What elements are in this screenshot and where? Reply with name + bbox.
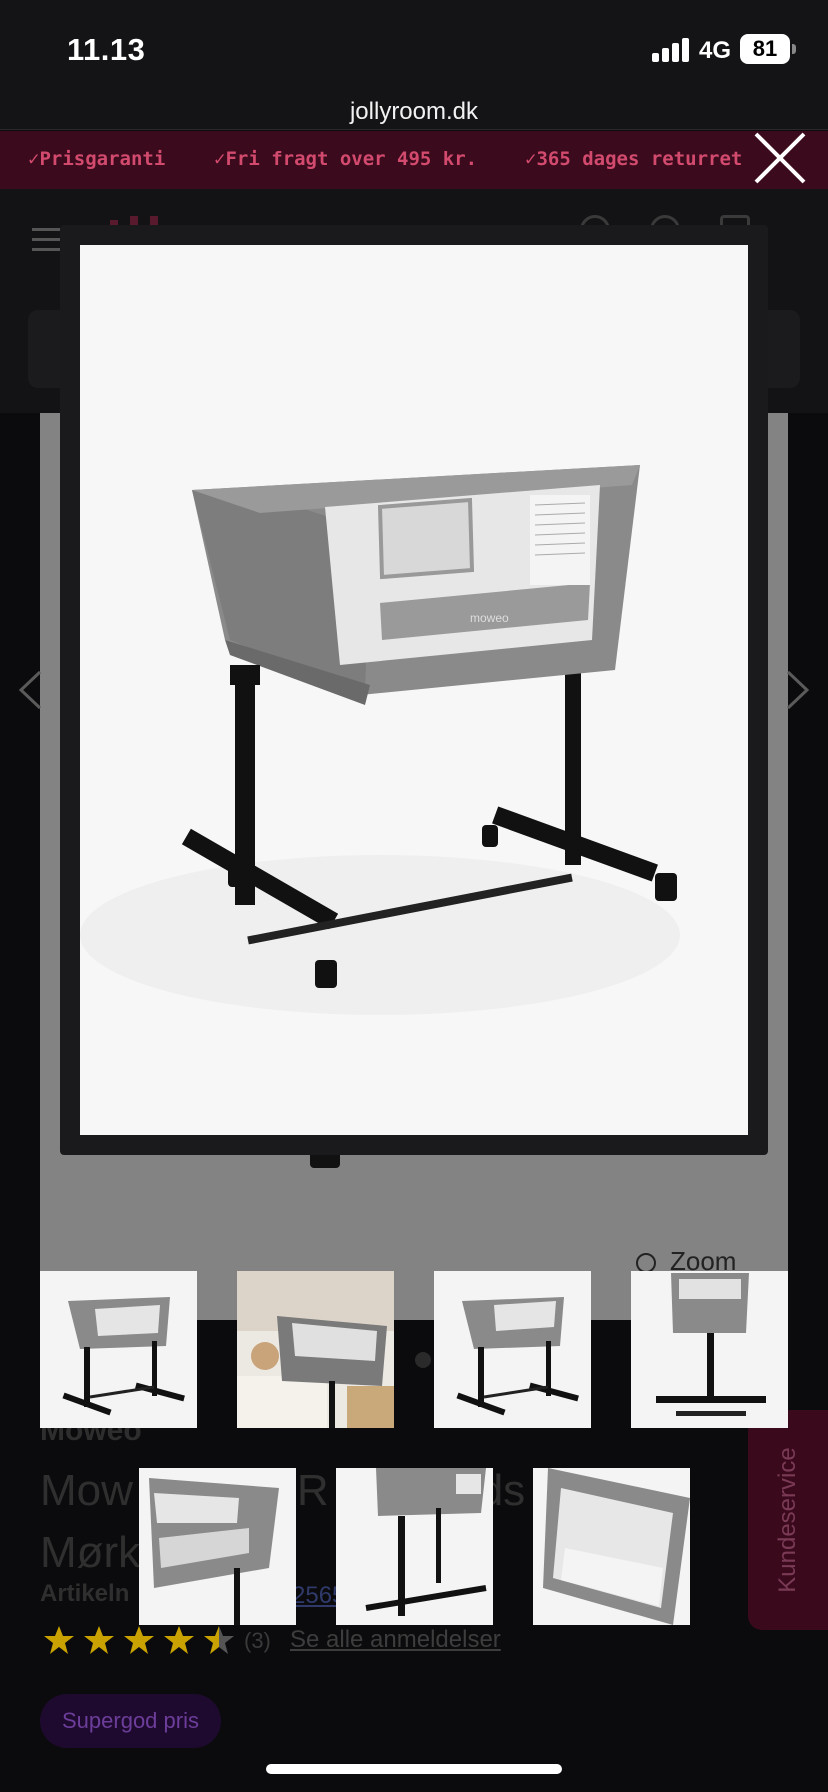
chevron-left-icon[interactable] — [16, 668, 44, 712]
thumbnail-image[interactable] — [237, 1271, 394, 1428]
promo-banner: ✓Prisgaranti ✓Fri fragt over 495 kr. ✓36… — [0, 131, 828, 189]
menu-icon[interactable] — [32, 228, 62, 252]
modal-product-image: moweo — [80, 245, 748, 1135]
article-label: Artikeln — [40, 1580, 130, 1607]
see-all-reviews-link[interactable]: Se alle anmeldelser — [290, 1626, 501, 1654]
network-type: 4G — [699, 37, 732, 64]
signal-icon — [652, 38, 692, 62]
thumbnail-image[interactable] — [434, 1271, 591, 1428]
address-bar[interactable]: jollyroom.dk — [0, 98, 828, 130]
gallery-dot[interactable] — [415, 1352, 431, 1368]
thumbnail-image[interactable] — [40, 1271, 197, 1428]
home-indicator[interactable] — [266, 1764, 562, 1774]
review-count: (3) — [244, 1628, 271, 1653]
chevron-right-icon[interactable] — [784, 668, 812, 712]
battery-cap — [792, 44, 796, 54]
search-icon — [636, 1253, 656, 1273]
thumbnail-image[interactable] — [336, 1468, 493, 1625]
promo-item: ✓Prisgaranti — [28, 148, 166, 170]
thumbnail-image[interactable] — [139, 1468, 296, 1625]
star-icon — [84, 1626, 114, 1654]
thumbnail-image[interactable] — [533, 1468, 690, 1625]
customer-service-tab[interactable]: Kundeservice — [748, 1410, 828, 1630]
star-icon — [164, 1626, 194, 1654]
customer-service-label: Kundeservice — [774, 1447, 801, 1593]
clock: 11.13 — [67, 32, 146, 67]
star-icon — [44, 1626, 74, 1654]
promo-item: ✓Fri fragt over 495 kr. — [214, 148, 478, 170]
thumbnail-image[interactable] — [631, 1271, 788, 1428]
price-badge: Supergod pris — [40, 1694, 221, 1748]
url-text[interactable]: jollyroom.dk — [0, 98, 828, 126]
star-icon — [124, 1626, 154, 1654]
image-logo-text: moweo — [470, 611, 509, 625]
status-bar: 11.13 4G 81 — [0, 0, 828, 98]
promo-item: ✓365 dages returret — [525, 148, 743, 170]
battery-icon: 81 — [740, 34, 790, 64]
close-icon[interactable] — [752, 130, 808, 186]
star-half-icon — [204, 1626, 234, 1654]
